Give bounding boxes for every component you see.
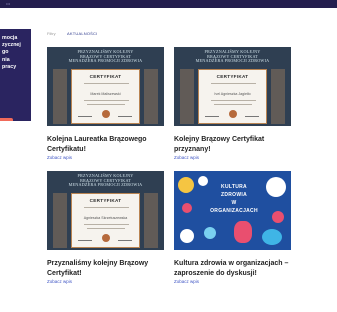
signature-line — [118, 112, 132, 117]
top-nav-bar: ••• — [0, 0, 337, 8]
text-line — [84, 224, 129, 225]
frame-decoration — [53, 69, 67, 124]
frame-decoration — [144, 193, 158, 248]
read-more-link[interactable]: Zobacz wpis — [47, 279, 72, 284]
decor-blob — [182, 203, 192, 213]
certificate-name: Agnieszka Skrzetuszewska — [83, 216, 128, 220]
post-title[interactable]: Kultura zdrowia w organizacjach – zapros… — [174, 259, 291, 279]
decor-figure — [234, 221, 252, 243]
certificate-image: CERTYFIKAT Marek Maliszewski — [71, 69, 140, 124]
frame-decoration — [144, 69, 158, 124]
frame-decoration — [180, 69, 194, 124]
text-line — [84, 207, 129, 208]
seal-icon — [102, 234, 110, 242]
filter-all[interactable]: Filtry — [47, 30, 56, 38]
post-title[interactable]: Kolejna Laureatka Brązowego Certyfikatu! — [47, 135, 164, 155]
post-thumbnail[interactable]: PRZYZNALIŚMY KOLEJNY BRĄZOWY CERTYFIKAT … — [47, 171, 164, 250]
certificate-title: CERTYFIKAT — [216, 74, 249, 79]
signature-line — [245, 112, 259, 117]
text-line — [214, 104, 252, 105]
post-thumbnail[interactable]: KULTURA ZDROWIA W ORGANIZACJACH — [174, 171, 291, 250]
certificate-title: CERTYFIKAT — [89, 198, 122, 203]
certificate-name: Ivel Agnieszka Jagiełło — [214, 92, 251, 96]
text-line — [84, 83, 129, 84]
post-thumbnail[interactable]: PRZYZNALIŚMY KOLEJNY BRĄZOWY CERTYFIKAT … — [47, 47, 164, 126]
read-more-link[interactable]: Zobacz wpis — [174, 279, 199, 284]
decor-blob — [178, 177, 194, 193]
text-line — [87, 228, 125, 229]
post-thumbnail[interactable]: PRZYZNALIŚMY KOLEJNY BRĄZOWY CERTYFIKAT … — [174, 47, 291, 126]
certificate-title: CERTYFIKAT — [89, 74, 122, 79]
promo-cta-button[interactable]: T — [0, 118, 13, 121]
frame-decoration — [53, 193, 67, 248]
decor-blob — [262, 229, 282, 245]
thumbnail-header: PRZYZNALIŚMY KOLEJNY BRĄZOWY CERTYFIKAT … — [68, 173, 143, 188]
seal-icon — [229, 110, 237, 118]
filter-aktualnosci[interactable]: AKTUALNOŚCI — [67, 30, 97, 38]
post-title[interactable]: Kolejny Brązowy Certyfikat przyznany! — [174, 135, 291, 155]
decor-blob — [266, 177, 286, 197]
decor-blob — [272, 211, 284, 223]
text-line — [211, 100, 256, 101]
signature-line — [78, 236, 92, 241]
signature-line — [118, 236, 132, 241]
certificate-image: CERTYFIKAT Agnieszka Skrzetuszewska — [71, 193, 140, 248]
thumbnail-header: PRZYZNALIŚMY KOLEJNY BRĄZOWY CERTYFIKAT … — [68, 49, 143, 64]
thumbnail-header: PRZYZNALIŚMY KOLEJNY BRĄZOWY CERTYFIKAT … — [195, 49, 270, 64]
promo-text: mocja zycznej go nia pracy — [2, 35, 21, 70]
certificate-image: CERTYFIKAT Ivel Agnieszka Jagiełło — [198, 69, 267, 124]
decor-blob — [180, 229, 194, 243]
menu-icon[interactable]: ••• — [6, 2, 18, 6]
signature-line — [78, 112, 92, 117]
certificate-name: Marek Maliszewski — [90, 92, 121, 96]
thumbnail-header: KULTURA ZDROWIA W ORGANIZACJACH — [210, 184, 258, 214]
read-more-link[interactable]: Zobacz wpis — [47, 155, 72, 160]
post-title[interactable]: Przyznaliśmy kolejny Brązowy Certyfikat! — [47, 259, 164, 279]
text-line — [84, 100, 129, 101]
text-line — [211, 83, 256, 84]
frame-decoration — [271, 69, 285, 124]
signature-line — [205, 112, 219, 117]
seal-icon — [102, 110, 110, 118]
decor-blob — [204, 227, 216, 239]
read-more-link[interactable]: Zobacz wpis — [174, 155, 199, 160]
text-line — [87, 104, 125, 105]
decor-blob — [198, 176, 208, 186]
promo-banner[interactable]: mocja zycznej go nia pracy T — [0, 29, 31, 121]
